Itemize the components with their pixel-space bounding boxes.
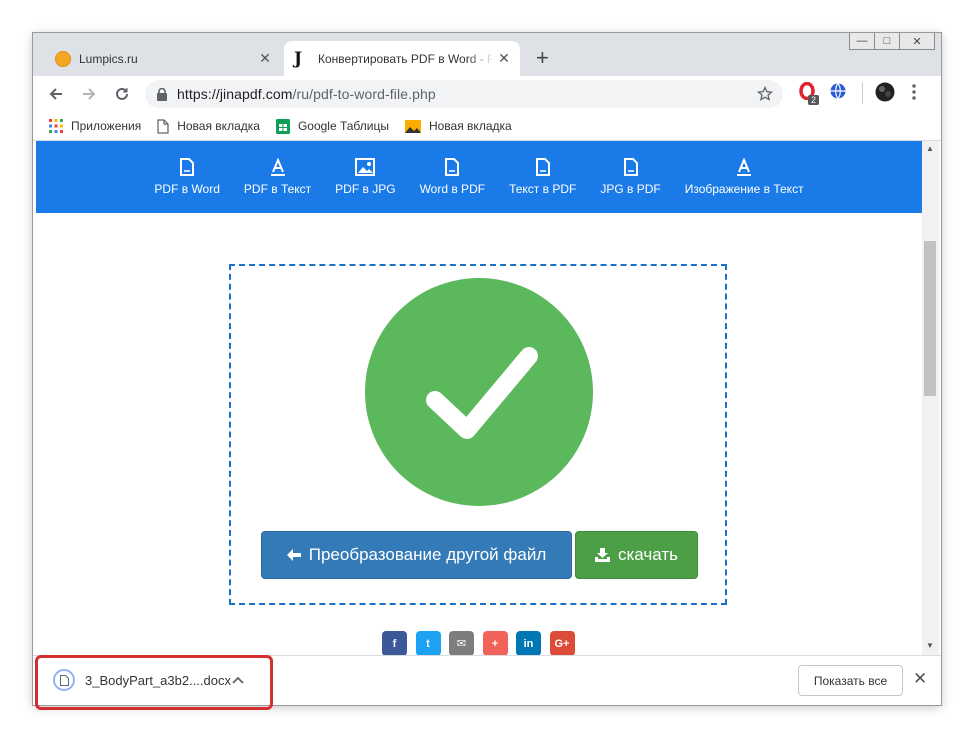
site-nav: PDF в Word PDF в Текст PDF в JPG Word в … [36,141,922,213]
scroll-up-arrow-icon[interactable]: ▲ [926,144,934,153]
bookmark-apps[interactable]: Приложения [49,119,141,133]
doc-icon [180,158,195,176]
profile-avatar[interactable] [875,82,895,107]
minimize-button[interactable]: — [849,33,875,50]
download-button-label: скачать [618,545,678,564]
tab-lumpics[interactable]: Lumpics.ru ✕ [47,41,281,76]
twitter-share-button[interactable]: t [415,631,441,655]
social-share-bar: f t ✉ + in G+ [382,631,583,655]
close-download-shelf-icon[interactable]: ✕ [913,669,927,689]
doc-icon [445,158,460,176]
bookmark-label: Новая вкладка [177,119,260,133]
nav-label: Word в PDF [419,182,486,196]
image-icon [404,119,421,133]
bookmark-new-tab-1[interactable]: Новая вкладка [157,118,260,134]
show-all-downloads-button[interactable]: Показать все [798,665,903,696]
nav-label: Изображение в Текст [684,182,804,196]
tab-close-icon[interactable]: ✕ [255,50,275,67]
tab-strip: Lumpics.ru ✕ J Конвертировать PDF в Word… [33,33,941,76]
browser-window: Lumpics.ru ✕ J Конвертировать PDF в Word… [33,33,941,705]
download-icon [595,548,610,562]
more-share-button[interactable]: + [482,631,508,655]
convert-button-label: Преобразование другой файл [308,545,547,564]
nav-label: PDF в JPG [335,182,396,196]
reload-button[interactable] [109,81,135,107]
nav-label: PDF в Текст [243,182,312,196]
nav-pdf-to-word[interactable]: PDF в Word [154,141,220,213]
url-text: https://jinapdf.com/ru/pdf-to-word-file.… [177,86,757,102]
maximize-button[interactable]: □ [874,33,900,50]
nav-pdf-to-jpg[interactable]: PDF в JPG [335,141,396,213]
bookmark-label: Новая вкладка [428,119,512,133]
nav-jpg-to-pdf[interactable]: JPG в PDF [600,141,661,213]
tab-title: Конвертировать PDF в Word - PDF [318,51,494,66]
page-icon [157,118,169,134]
url-host: https://jinapdf.com [177,86,293,102]
arrow-left-icon [286,549,301,561]
doc-icon [623,158,638,176]
globe-extension-icon [830,83,846,99]
tab-jinapdf[interactable]: J Конвертировать PDF в Word - PDF ✕ [284,41,520,76]
google-plus-share-button[interactable]: G+ [549,631,575,655]
scroll-down-arrow-icon[interactable]: ▼ [926,641,934,650]
bookmark-new-tab-2[interactable]: Новая вкладка [404,119,512,133]
doc-icon [535,158,550,176]
nav-text-to-pdf[interactable]: Текст в PDF [509,141,576,213]
success-check-icon [365,278,593,506]
page-scrollbar[interactable]: ▲ ▼ [922,141,939,655]
close-window-button[interactable]: ✕ [899,33,935,50]
nav-pdf-to-text[interactable]: PDF в Текст [244,141,311,213]
window-controls: — □ ✕ [849,33,935,50]
bookmarks-bar: Приложения Новая вкладка Google Таблицы … [33,112,941,141]
back-button[interactable] [43,81,69,107]
forward-arrow-icon [83,88,96,100]
result-dropzone: Преобразование другой файл скачать [229,264,727,605]
reload-icon [116,87,128,100]
tab-title: Lumpics.ru [79,51,138,66]
bookmark-star-icon[interactable] [757,86,773,102]
nav-label: JPG в PDF [600,182,661,196]
kebab-menu-icon [912,84,916,100]
page-content: PDF в Word PDF в Текст PDF в JPG Word в … [36,141,922,655]
nav-label: PDF в Word [154,182,220,196]
url-path: /ru/pdf-to-word-file.php [292,86,436,102]
lumpics-favicon-icon [55,50,71,67]
profile-avatar-icon [875,82,895,102]
email-share-button[interactable]: ✉ [449,631,474,655]
text-a-icon [270,158,285,176]
forward-button[interactable] [76,81,102,107]
apps-grid-icon [49,119,63,133]
linkedin-share-button[interactable]: in [516,631,541,655]
download-item-highlight [35,655,273,710]
extension-badge: 2 [808,95,820,105]
nav-word-to-pdf[interactable]: Word в PDF [419,141,486,213]
globe-extension-button[interactable] [829,82,847,105]
text-a-icon [737,158,752,176]
jinapdf-favicon-icon: J [294,48,303,69]
new-tab-button[interactable]: + [536,45,549,71]
image-icon [355,158,376,176]
nav-image-to-text[interactable]: Изображение в Текст [685,141,804,213]
convert-another-file-button[interactable]: Преобразование другой файл [261,531,572,579]
sheets-icon [275,118,290,134]
download-button[interactable]: скачать [575,531,698,579]
lock-icon [157,87,167,101]
tab-close-icon[interactable]: ✕ [494,50,514,67]
nav-label: Текст в PDF [509,182,577,196]
opera-extension-button[interactable]: 2 [798,81,820,105]
address-bar[interactable]: https://jinapdf.com/ru/pdf-to-word-file.… [145,80,783,108]
bookmark-label: Приложения [71,119,142,133]
back-arrow-icon [49,88,62,100]
toolbar-divider [862,82,863,104]
bookmark-label: Google Таблицы [297,119,389,133]
menu-button[interactable] [911,84,917,105]
bookmark-google-sheets[interactable]: Google Таблицы [275,118,389,134]
browser-toolbar: https://jinapdf.com/ru/pdf-to-word-file.… [33,76,941,112]
facebook-share-button[interactable]: f [382,631,407,655]
scrollbar-thumb[interactable] [924,241,936,396]
